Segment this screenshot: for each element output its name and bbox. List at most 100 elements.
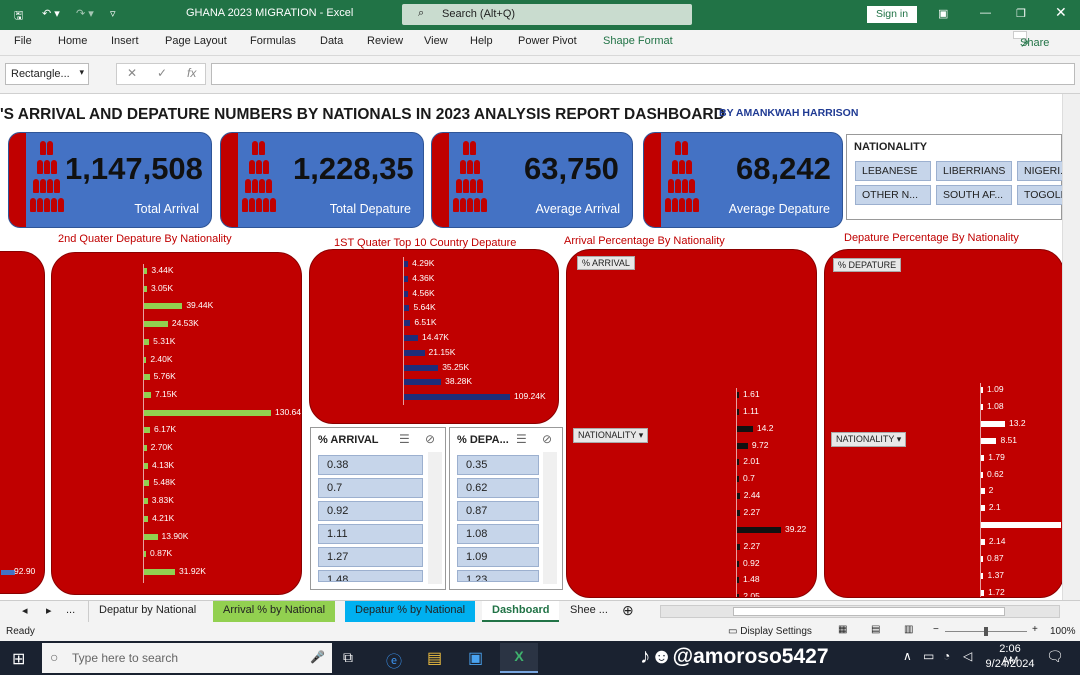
slicer-item[interactable]: 1.09 [457,547,539,567]
tab-file[interactable]: File [14,35,32,47]
add-sheet-icon[interactable]: ⊕ [612,599,644,620]
data-bar[interactable] [144,391,151,398]
cancel-icon[interactable]: ✕ [127,66,137,80]
data-bar[interactable] [404,290,409,297]
battery-icon[interactable]: ▭ [923,649,934,663]
task-view-icon[interactable]: ⧉ [343,649,353,666]
data-bar[interactable] [981,403,983,410]
data-bar[interactable] [981,387,983,393]
tab-view[interactable]: View [424,35,448,47]
data-bar[interactable] [404,349,425,356]
tab-arrival-pct[interactable]: Arrival % by National [213,601,336,622]
edge-icon[interactable]: ⓔ [386,648,402,672]
slicer-scrollbar[interactable] [543,452,557,584]
data-bar[interactable] [144,285,147,292]
data-bar[interactable] [737,560,739,567]
redo-icon[interactable]: ↷ ▾ [76,7,94,20]
customize-icon[interactable]: ▿ [110,7,116,20]
zoom-thumb[interactable] [984,627,988,636]
slicer-item[interactable]: 1.27 [318,547,423,567]
display-settings[interactable]: ▭ Display Settings [728,626,812,637]
clear-filter-icon[interactable]: ⊘ [425,432,435,446]
kpi-average-depature[interactable]: 68,242 Average Depature [643,132,843,228]
data-bar[interactable] [144,338,150,345]
formula-input[interactable] [211,63,1075,85]
tab-shape-format[interactable]: Shape Format [603,35,673,47]
data-bar[interactable] [737,442,748,449]
restore-icon[interactable]: ❐ [1016,7,1026,20]
data-bar[interactable] [981,454,985,461]
tab-help[interactable]: Help [470,35,493,47]
tab-sheet[interactable]: Shee ... [560,601,618,622]
file-explorer-icon[interactable]: ▤ [427,648,442,668]
slicer-item[interactable]: 0.87 [457,501,539,521]
data-bar[interactable] [737,425,753,432]
kpi-total-depature[interactable]: 1,228,35 Total Depature [220,132,424,228]
data-bar[interactable] [981,539,985,546]
data-bar[interactable] [981,556,983,562]
microphone-icon[interactable]: 🎤 [310,650,325,664]
pivot-field-button[interactable]: % ARRIVAL [577,256,635,270]
more-sheets[interactable]: ... [56,601,85,622]
page-layout-view-icon[interactable]: ▤ [871,624,880,635]
data-bar[interactable] [144,303,183,310]
chart-depature-percentage[interactable]: % DEPATURE NATIONALITY TOGOLESE1.09SOUTH… [824,249,1062,598]
data-bar[interactable] [144,515,149,522]
data-bar[interactable] [144,374,150,381]
data-bar[interactable] [737,493,740,500]
slicer-item[interactable]: 0.7 [318,478,423,498]
undo-icon[interactable]: ↶ ▾ [42,7,60,20]
data-bar[interactable] [981,505,985,512]
data-bar[interactable] [737,543,740,550]
scroll-thumb[interactable] [733,607,1005,616]
data-bar[interactable] [144,356,147,363]
horizontal-scrollbar[interactable] [660,605,1060,618]
name-box[interactable]: Rectangle... ▾ [5,63,89,85]
data-bar[interactable] [144,409,271,416]
slicer-item[interactable]: 1.08 [457,524,539,544]
vertical-scrollbar[interactable] [1062,94,1080,600]
partial-chart-panel[interactable]: 92.90 [0,251,45,594]
slicer-item[interactable]: 1.23 [457,570,539,582]
minimize-icon[interactable]: — [980,7,991,19]
close-icon[interactable]: ✕ [1055,4,1067,21]
insert-function-icon[interactable]: fx [187,66,196,80]
chart-arrival-percentage[interactable]: % ARRIVAL NATIONALITY TOGOLESE1.61SOUTH … [566,249,817,598]
share-button[interactable]: ↗ Share [1013,31,1049,50]
data-bar[interactable] [981,589,985,596]
tab-insert[interactable]: Insert [111,35,139,47]
tab-formulas[interactable]: Formulas [250,35,296,47]
data-bar[interactable] [737,577,739,584]
tab-power-pivot[interactable]: Power Pivot [518,35,577,47]
slicer-item[interactable]: 1.48 [318,570,423,582]
data-bar[interactable] [144,321,168,328]
slicer-item[interactable]: LEBANESE [855,161,931,181]
data-bar[interactable] [144,462,148,469]
data-bar[interactable] [737,594,740,597]
save-icon[interactable]: 🖫 [14,7,23,26]
data-bar[interactable] [404,320,411,327]
slicer-item[interactable]: OTHER N... [855,185,931,205]
chart-top10-depature[interactable]: DUTCH4.29KCANADIANS4.36KLIBERRIANS4.56KI… [309,249,559,424]
tab-home[interactable]: Home [58,35,87,47]
pivot-field-button[interactable]: % DEPATURE [833,258,902,272]
zoom-out-icon[interactable]: − [933,624,939,635]
tab-data[interactable]: Data [320,35,343,47]
kpi-total-arrival[interactable]: 1,147,508 Total Arrival [8,132,212,228]
data-bar[interactable] [144,268,148,274]
data-bar[interactable] [981,522,1061,529]
data-bar[interactable] [404,305,410,312]
tab-review[interactable]: Review [367,35,403,47]
volume-icon[interactable]: ◁ [963,649,972,663]
zoom-level[interactable]: 100% [1050,626,1076,637]
tray-chevron-icon[interactable]: ∧ [903,649,912,663]
data-bar[interactable] [404,379,442,386]
data-bar[interactable] [737,392,739,398]
clock-date[interactable]: 9/24/2024 [984,658,1036,670]
slicer-item[interactable]: 0.35 [457,455,539,475]
tab-dashboard[interactable]: Dashboard [482,601,560,622]
excel-taskbar-icon[interactable]: X [500,643,538,673]
data-bar[interactable] [144,445,147,451]
store-icon[interactable]: ▣ [468,648,483,668]
chevron-down-icon[interactable]: ▾ [79,67,84,78]
